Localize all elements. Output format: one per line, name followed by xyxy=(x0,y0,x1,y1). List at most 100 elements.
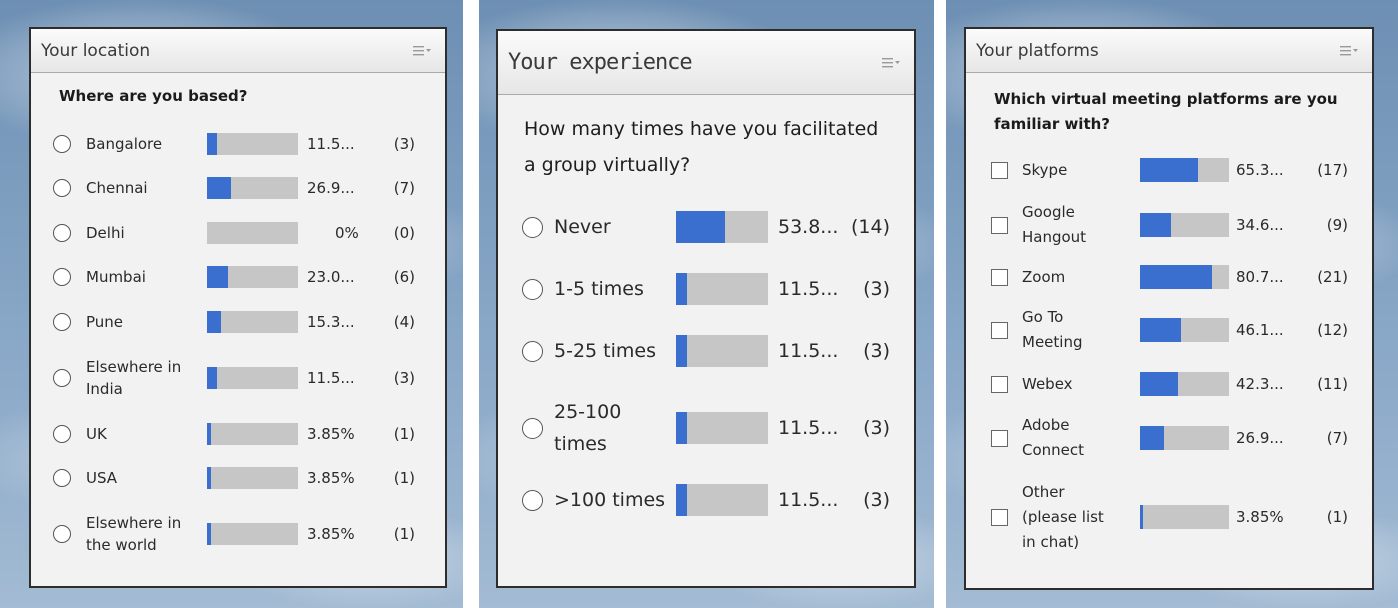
vote-count: (3) xyxy=(863,340,890,362)
panel-titlebar: Your location xyxy=(31,29,445,73)
checkbox-square-icon[interactable] xyxy=(991,321,1008,339)
option-row[interactable]: 5-25 times 11.5... (3) xyxy=(498,333,914,369)
percent-value: 42.3... xyxy=(1236,374,1284,393)
option-row[interactable]: 1-5 times 11.5... (3) xyxy=(498,271,914,307)
option-label: Google Hangout xyxy=(1022,203,1087,246)
radio-circle-icon[interactable] xyxy=(53,224,71,242)
radio-circle-icon[interactable] xyxy=(53,425,71,443)
radio-circle-icon[interactable] xyxy=(522,489,543,511)
option-row[interactable]: Never 53.8... (14) xyxy=(498,209,914,245)
checkbox-square-icon[interactable] xyxy=(991,429,1008,447)
option-row[interactable]: Elsewhere in India 11.5... (3) xyxy=(31,358,445,398)
vote-count: (0) xyxy=(393,224,415,242)
option-row[interactable]: Google Hangout 34.6... (9) xyxy=(966,203,1372,246)
result-bar xyxy=(676,211,768,243)
radio-circle-icon[interactable] xyxy=(522,278,543,300)
option-label: Go To Meeting xyxy=(1022,308,1083,351)
option-row[interactable]: Zoom 80.7... (21) xyxy=(966,259,1372,295)
hamburger-dropdown-icon[interactable] xyxy=(882,57,902,69)
percent-value: 26.9... xyxy=(1236,428,1284,447)
radio-circle-icon[interactable] xyxy=(53,268,71,286)
radio-circle-icon[interactable] xyxy=(522,216,543,238)
percent-value: 11.5... xyxy=(307,135,355,153)
result-bar-fill xyxy=(676,412,687,444)
result-bar xyxy=(207,311,298,333)
result-bar xyxy=(207,133,298,155)
result-bar-fill xyxy=(207,423,211,445)
vote-count: (3) xyxy=(393,369,415,387)
radio-circle-icon[interactable] xyxy=(522,417,543,439)
vote-count: (21) xyxy=(1317,267,1348,286)
panel-titlebar: Your experience xyxy=(498,31,914,95)
result-bar-fill xyxy=(1140,265,1212,289)
option-label: Chennai xyxy=(86,179,148,197)
result-bar xyxy=(1140,318,1229,342)
vote-count: (6) xyxy=(393,268,415,286)
checkbox-square-icon[interactable] xyxy=(991,268,1008,286)
option-row[interactable]: Pune 15.3... (4) xyxy=(31,304,445,340)
result-bar-fill xyxy=(207,467,211,489)
result-bar xyxy=(676,412,768,444)
result-bar xyxy=(1140,158,1229,182)
result-bar xyxy=(1140,372,1229,396)
option-row[interactable]: Elsewhere in the world 3.85% (1) xyxy=(31,514,445,554)
option-row[interactable]: Other (please list in chat) 3.85% (1) xyxy=(966,483,1372,551)
panel-title: Your experience xyxy=(508,50,693,75)
option-row[interactable]: UK 3.85% (1) xyxy=(31,416,445,452)
percent-value: 3.85% xyxy=(1236,507,1284,526)
poll-panel-experience: Your experience How many times have you … xyxy=(496,29,916,588)
option-row[interactable]: USA 3.85% (1) xyxy=(31,460,445,496)
radio-circle-icon[interactable] xyxy=(53,525,71,543)
result-bar-fill xyxy=(676,211,725,243)
panel-titlebar: Your platforms xyxy=(966,29,1372,73)
percent-value: 65.3... xyxy=(1236,160,1284,179)
option-row[interactable]: >100 times 11.5... (3) xyxy=(498,482,914,518)
option-row[interactable]: Skype 65.3... (17) xyxy=(966,152,1372,188)
percent-value: 0% xyxy=(335,224,359,242)
percent-value: 80.7... xyxy=(1236,267,1284,286)
option-row[interactable]: Adobe Connect 26.9... (7) xyxy=(966,416,1372,459)
percent-value: 23.0... xyxy=(307,268,355,286)
option-row[interactable]: 25-100 times 11.5... (3) xyxy=(498,401,914,455)
option-label: Pune xyxy=(86,313,124,331)
option-label: Adobe Connect xyxy=(1022,416,1085,459)
radio-circle-icon[interactable] xyxy=(53,135,71,153)
radio-circle-icon[interactable] xyxy=(53,179,71,197)
radio-circle-icon[interactable] xyxy=(53,313,71,331)
option-row[interactable]: Chennai 26.9... (7) xyxy=(31,170,445,206)
option-label: Elsewhere in the world xyxy=(86,514,182,554)
result-bar xyxy=(1140,426,1229,450)
checkbox-square-icon[interactable] xyxy=(991,216,1008,234)
percent-value: 11.5... xyxy=(778,489,839,511)
result-bar-fill xyxy=(676,484,687,516)
radio-circle-icon[interactable] xyxy=(522,340,543,362)
option-row[interactable]: Delhi 0% (0) xyxy=(31,215,445,251)
checkbox-square-icon[interactable] xyxy=(991,375,1008,393)
result-bar xyxy=(207,266,298,288)
option-label: Skype xyxy=(1022,160,1068,179)
radio-circle-icon[interactable] xyxy=(53,469,71,487)
checkbox-square-icon[interactable] xyxy=(991,508,1008,526)
option-label: >100 times xyxy=(554,489,666,511)
result-bar xyxy=(207,423,298,445)
result-bar xyxy=(1140,213,1229,237)
hamburger-dropdown-icon[interactable] xyxy=(413,45,433,57)
result-bar-fill xyxy=(1140,505,1143,529)
vote-count: (3) xyxy=(863,278,890,300)
result-bar-fill xyxy=(207,311,221,333)
option-row[interactable]: Webex 42.3... (11) xyxy=(966,366,1372,402)
poll-question: Where are you based? xyxy=(59,87,248,105)
option-row[interactable]: Go To Meeting 46.1... (12) xyxy=(966,308,1372,351)
poll-panel-platforms: Your platforms Which virtual meeting pla… xyxy=(964,27,1374,590)
result-bar-fill xyxy=(207,523,211,545)
radio-circle-icon[interactable] xyxy=(53,369,71,387)
result-bar xyxy=(676,335,768,367)
option-row[interactable]: Mumbai 23.0... (6) xyxy=(31,259,445,295)
hamburger-dropdown-icon[interactable] xyxy=(1340,45,1360,57)
poll-question: How many times have you facilitated a gr… xyxy=(524,118,879,176)
result-bar-fill xyxy=(207,367,217,389)
result-bar-fill xyxy=(676,273,687,305)
option-row[interactable]: Bangalore 11.5... (3) xyxy=(31,126,445,162)
vote-count: (4) xyxy=(393,313,415,331)
checkbox-square-icon[interactable] xyxy=(991,161,1008,179)
